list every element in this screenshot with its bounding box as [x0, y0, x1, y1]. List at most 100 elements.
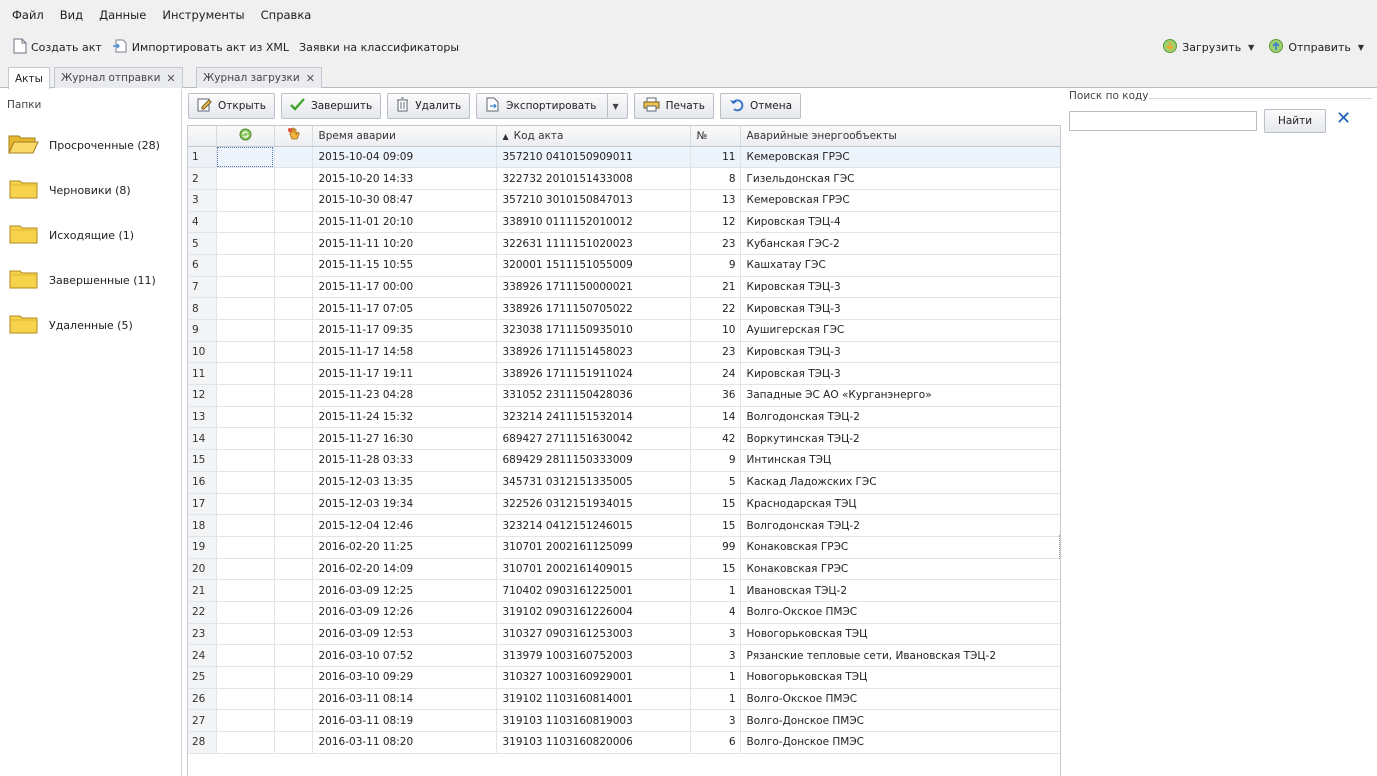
table-row[interactable]: 18 2015-12-04 12:46 323214 0412151246015 15…: [188, 514, 1060, 537]
undo-button[interactable]: Отмена: [719, 93, 802, 119]
number-cell[interactable]: 23: [690, 232, 741, 255]
hand-cell[interactable]: [274, 493, 313, 516]
table-row[interactable]: 16 2015-12-03 13:35 345731 0312151335005 5 К…: [188, 471, 1060, 494]
table-row[interactable]: 11 2015-11-17 19:11 338926 1711151911024 24…: [188, 362, 1060, 386]
code-cell[interactable]: 310701 2002161409015: [496, 558, 691, 581]
hand-cell[interactable]: [274, 297, 313, 320]
hand-cell[interactable]: [274, 254, 313, 277]
hand-cell[interactable]: [274, 276, 313, 299]
code-cell[interactable]: 357210 0410150909011: [496, 146, 691, 169]
number-cell[interactable]: 1: [690, 666, 741, 689]
row-number[interactable]: 14: [188, 427, 217, 451]
objects-cell[interactable]: Западные ЭС АО «Курганэнерго»: [740, 384, 1060, 407]
code-cell[interactable]: 319103 1103160820006: [496, 731, 691, 754]
time-cell[interactable]: 2015-11-17 07:05: [312, 297, 497, 320]
table-row[interactable]: 12 2015-11-23 04:28 331052 2311150428036 36…: [188, 384, 1060, 407]
code-cell[interactable]: 310327 1003160929001: [496, 666, 691, 689]
number-cell[interactable]: 9: [690, 254, 741, 277]
number-cell[interactable]: 23: [690, 341, 741, 364]
sync-cell[interactable]: [216, 493, 275, 516]
row-number[interactable]: 1: [188, 146, 217, 169]
sync-cell[interactable]: [216, 341, 275, 364]
code-cell[interactable]: 357210 3010150847013: [496, 189, 691, 212]
sync-cell[interactable]: [216, 406, 275, 429]
menu-help[interactable]: Справка: [253, 8, 320, 22]
table-row[interactable]: 25 2016-03-10 09:29 310327 1003160929001 1 Н…: [188, 666, 1060, 689]
objects-cell[interactable]: Конаковская ГРЭС: [740, 536, 1060, 559]
row-number[interactable]: 24: [188, 644, 217, 667]
classifier-requests-button[interactable]: Заявки на классификаторы: [294, 36, 464, 58]
code-cell[interactable]: 338926 1711151911024: [496, 362, 691, 386]
sync-cell[interactable]: [216, 232, 275, 255]
menu-tools[interactable]: Инструменты: [154, 8, 252, 22]
table-row[interactable]: 22 2016-03-09 12:26 319102 0903161226004 4 В…: [188, 601, 1060, 624]
row-number[interactable]: 5: [188, 232, 217, 255]
row-number[interactable]: 6: [188, 254, 217, 277]
number-cell[interactable]: 14: [690, 406, 741, 429]
hand-column-header[interactable]: [274, 126, 313, 147]
sync-cell[interactable]: [216, 644, 275, 667]
objects-cell[interactable]: Воркутинская ТЭЦ-2: [740, 427, 1060, 451]
table-row[interactable]: 8 2015-11-17 07:05 338926 1711150705022 22 К…: [188, 297, 1060, 320]
sync-cell[interactable]: [216, 558, 275, 581]
sync-cell[interactable]: [216, 709, 275, 733]
objects-cell[interactable]: Волго-Окское ПМЭС: [740, 688, 1060, 711]
table-row[interactable]: 14 2015-11-27 16:30 689427 2711151630042 42…: [188, 427, 1060, 451]
row-number[interactable]: 8: [188, 297, 217, 320]
objects-cell[interactable]: Новогорьковская ТЭЦ: [740, 623, 1060, 646]
objects-cell[interactable]: Гизельдонская ГЭС: [740, 167, 1060, 190]
code-cell[interactable]: 319102 0903161226004: [496, 601, 691, 624]
folder-item[interactable]: Черновики (8): [8, 178, 131, 203]
delete-button[interactable]: Удалить: [387, 93, 471, 119]
table-row[interactable]: 3 2015-10-30 08:47 357210 3010150847013 13 К…: [188, 189, 1060, 212]
row-number[interactable]: 26: [188, 688, 217, 711]
hand-cell[interactable]: [274, 449, 313, 472]
row-number[interactable]: 11: [188, 362, 217, 386]
time-cell[interactable]: 2016-03-11 08:19: [312, 709, 497, 733]
code-cell[interactable]: 322732 2010151433008: [496, 167, 691, 190]
number-cell[interactable]: 99: [690, 536, 741, 559]
time-cell[interactable]: 2016-03-10 07:52: [312, 644, 497, 667]
hand-cell[interactable]: [274, 427, 313, 451]
send-button[interactable]: Отправить ▼: [1263, 36, 1369, 58]
number-cell[interactable]: 22: [690, 297, 741, 320]
hand-cell[interactable]: [274, 146, 313, 169]
number-cell[interactable]: 1: [690, 688, 741, 711]
number-cell[interactable]: 9: [690, 449, 741, 472]
row-number[interactable]: 23: [188, 623, 217, 646]
table-row[interactable]: 27 2016-03-11 08:19 319103 1103160819003 3 В…: [188, 709, 1060, 733]
number-cell[interactable]: 12: [690, 211, 741, 234]
hand-cell[interactable]: [274, 601, 313, 624]
objects-cell[interactable]: Кировская ТЭЦ-4: [740, 211, 1060, 234]
row-number[interactable]: 17: [188, 493, 217, 516]
objects-cell[interactable]: Кашхатау ГЭС: [740, 254, 1060, 277]
hand-cell[interactable]: [274, 319, 313, 342]
time-cell[interactable]: 2015-11-17 19:11: [312, 362, 497, 386]
table-row[interactable]: 21 2016-03-09 12:25 710402 0903161225001 1 И…: [188, 579, 1060, 602]
hand-cell[interactable]: [274, 558, 313, 581]
time-cell[interactable]: 2016-03-10 09:29: [312, 666, 497, 689]
number-cell[interactable]: 15: [690, 493, 741, 516]
table-row[interactable]: 10 2015-11-17 14:58 338926 1711151458023 23…: [188, 341, 1060, 364]
objects-cell[interactable]: Волго-Окское ПМЭС: [740, 601, 1060, 624]
row-number[interactable]: 10: [188, 341, 217, 364]
objects-cell[interactable]: Конаковская ГРЭС: [740, 558, 1060, 581]
hand-cell[interactable]: [274, 644, 313, 667]
time-cell[interactable]: 2016-03-09 12:25: [312, 579, 497, 602]
row-number[interactable]: 16: [188, 471, 217, 494]
row-number[interactable]: 25: [188, 666, 217, 689]
code-cell[interactable]: 331052 2311150428036: [496, 384, 691, 407]
sync-cell[interactable]: [216, 211, 275, 234]
code-cell[interactable]: 689429 2811150333009: [496, 449, 691, 472]
hand-cell[interactable]: [274, 666, 313, 689]
sync-cell[interactable]: [216, 167, 275, 190]
time-cell[interactable]: 2016-03-09 12:53: [312, 623, 497, 646]
panel-splitter[interactable]: [1059, 535, 1061, 559]
time-cell[interactable]: 2016-02-20 14:09: [312, 558, 497, 581]
row-number[interactable]: 18: [188, 514, 217, 537]
sync-cell[interactable]: [216, 536, 275, 559]
row-number[interactable]: 4: [188, 211, 217, 234]
objects-cell[interactable]: Краснодарская ТЭЦ: [740, 493, 1060, 516]
export-button[interactable]: Экспортировать ▼: [476, 93, 628, 119]
number-cell[interactable]: 21: [690, 276, 741, 299]
